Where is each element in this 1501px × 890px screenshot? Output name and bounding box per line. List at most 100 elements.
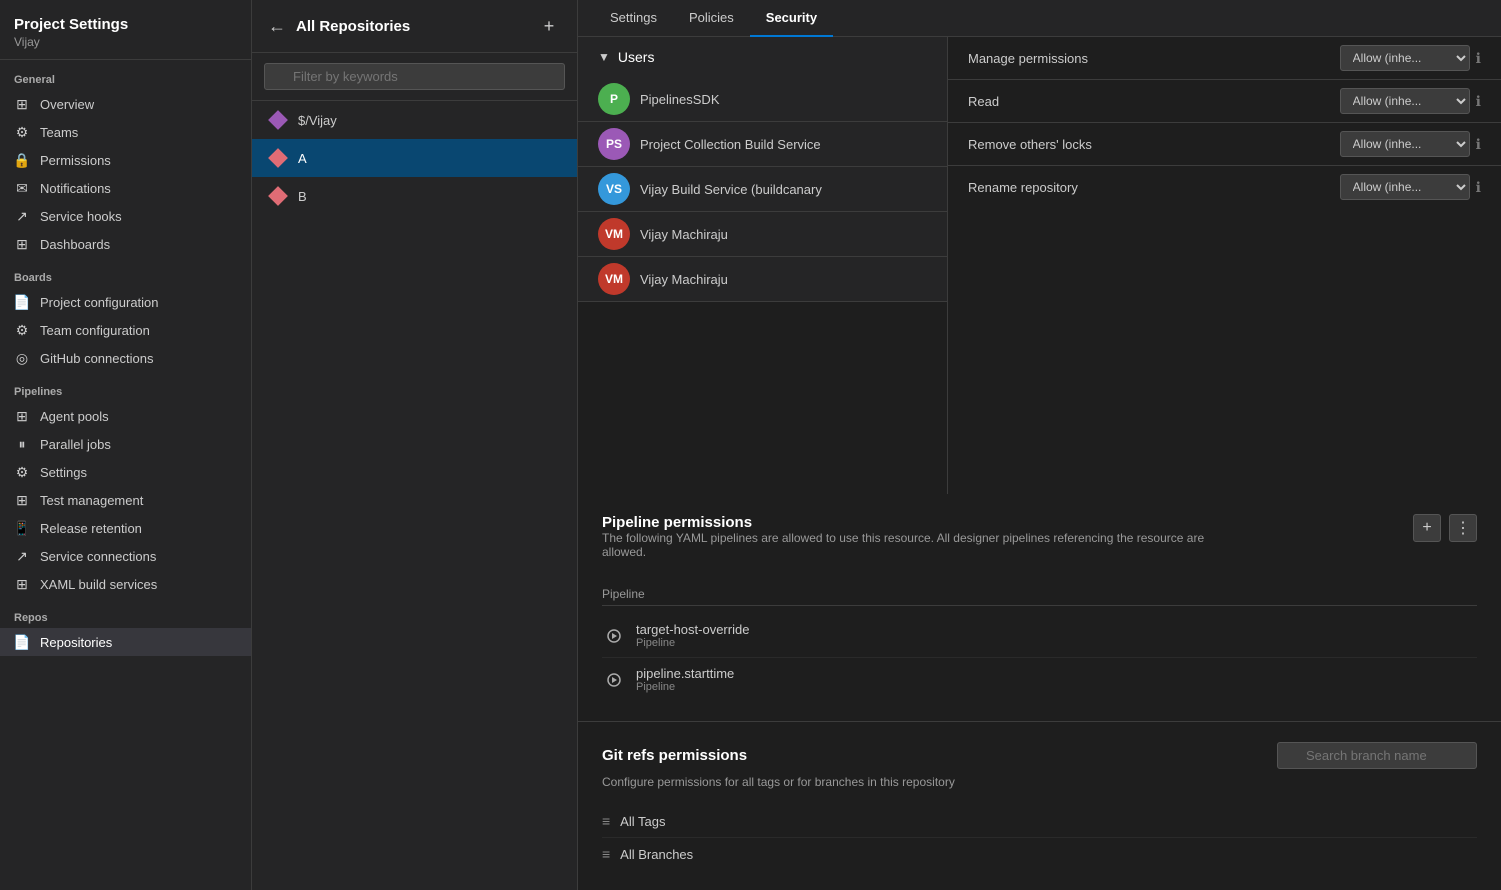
repo-item-a[interactable]: A — [252, 139, 577, 177]
content-area: ▼ Users P PipelinesSDK PS — [578, 37, 1501, 890]
sidebar-item-test-management[interactable]: ⊞ Test management — [0, 486, 251, 514]
more-options-button[interactable]: ⋮ — [1449, 514, 1477, 542]
parallel-icon: ⏸ — [14, 436, 30, 452]
avatar: VM — [598, 263, 630, 295]
tab-settings[interactable]: Settings — [594, 0, 673, 37]
tab-security[interactable]: Security — [750, 0, 833, 37]
perm-select-rename[interactable]: Allow (inhe... Deny Allow — [1340, 174, 1470, 200]
users-table: P PipelinesSDK PS Project Collection Bui… — [578, 77, 947, 301]
repo-label: A — [298, 151, 307, 166]
user-info: VM Vijay Machiraju — [598, 263, 938, 295]
connection-icon: ↗ — [14, 548, 30, 564]
test-icon: ⊞ — [14, 492, 30, 508]
pipeline-title: Pipeline permissions — [602, 514, 1222, 531]
info-icon[interactable]: ℹ — [1476, 93, 1481, 110]
perm-label: Rename repository — [968, 180, 1340, 195]
retention-icon: 📱 — [14, 520, 30, 536]
filter-bar: ⚲ — [252, 53, 577, 101]
sidebar: Project Settings Vijay General ⊞ Overvie… — [0, 0, 252, 890]
user-row-vijay-m2[interactable]: VM Vijay Machiraju — [578, 257, 947, 301]
repo-item-b[interactable]: B — [252, 177, 577, 215]
perm-item-remove-locks: Remove others' locks Allow (inhe... Deny… — [948, 123, 1501, 166]
users-section: ▼ Users P PipelinesSDK PS — [578, 37, 947, 302]
sidebar-item-label: Permissions — [40, 153, 111, 168]
filter-input[interactable] — [264, 63, 565, 90]
search-branch-input[interactable] — [1277, 742, 1477, 769]
middle-header-left: ← All Repositories — [268, 16, 410, 37]
git-ref-item-all-branches[interactable]: ≡ All Branches — [602, 838, 1477, 870]
sidebar-item-service-connections[interactable]: ↗ Service connections — [0, 542, 251, 570]
add-repo-button[interactable]: + — [537, 14, 561, 38]
user-row-vijay-build[interactable]: VS Vijay Build Service (buildcanary — [578, 167, 947, 212]
user-info: P PipelinesSDK — [598, 83, 938, 115]
sidebar-item-github[interactable]: ◎ GitHub connections — [0, 344, 251, 372]
add-pipeline-button[interactable]: + — [1413, 514, 1441, 542]
sidebar-item-notifications[interactable]: ✉ Notifications — [0, 174, 251, 202]
user-info: VM Vijay Machiraju — [598, 218, 938, 250]
info-icon[interactable]: ℹ — [1476, 136, 1481, 153]
avatar: VS — [598, 173, 630, 205]
users-header-label: Users — [618, 49, 655, 65]
git-ref-name: All Branches — [620, 847, 693, 862]
repo-icon-a — [268, 148, 288, 168]
git-ref-name: All Tags — [620, 814, 665, 829]
users-header[interactable]: ▼ Users — [578, 37, 947, 77]
permissions-panel: Manage permissions Allow (inhe... Deny A… — [948, 37, 1501, 494]
gear-icon: ⚙ — [14, 322, 30, 338]
pipeline-item-name: pipeline.starttime — [636, 666, 734, 681]
repo-item-vijay[interactable]: $/Vijay — [252, 101, 577, 139]
user-name: Vijay Build Service (buildcanary — [640, 182, 822, 197]
perm-select-remove-locks[interactable]: Allow (inhe... Deny Allow — [1340, 131, 1470, 157]
info-icon[interactable]: ℹ — [1476, 50, 1481, 67]
teams-icon: ⚙ — [14, 124, 30, 140]
filter-wrapper: ⚲ — [264, 63, 565, 90]
pipeline-item-name: target-host-override — [636, 622, 749, 637]
git-ref-item-all-tags[interactable]: ≡ All Tags — [602, 805, 1477, 838]
user-row-pipelines-sdk[interactable]: P PipelinesSDK — [578, 77, 947, 122]
back-button[interactable]: ← — [268, 16, 286, 37]
file-icon: 📄 — [14, 294, 30, 310]
sidebar-item-parallel-jobs[interactable]: ⏸ Parallel jobs — [0, 430, 251, 458]
sidebar-header: Project Settings Vijay — [0, 0, 251, 60]
section-pipelines: Pipelines — [0, 372, 251, 402]
info-icon[interactable]: ℹ — [1476, 179, 1481, 196]
sidebar-item-team-config[interactable]: ⚙ Team configuration — [0, 316, 251, 344]
hook-icon: ↗ — [14, 208, 30, 224]
sidebar-item-xaml[interactable]: ⊞ XAML build services — [0, 570, 251, 598]
user-row-vijay-m1[interactable]: VM Vijay Machiraju — [578, 212, 947, 257]
git-refs-header: Git refs permissions ⚲ — [602, 742, 1477, 769]
perm-section: Manage permissions Allow (inhe... Deny A… — [948, 37, 1501, 208]
sidebar-item-service-hooks[interactable]: ↗ Service hooks — [0, 202, 251, 230]
avatar: VM — [598, 218, 630, 250]
perm-select-wrapper: Allow (inhe... Deny Allow ℹ — [1340, 174, 1481, 200]
tab-policies[interactable]: Policies — [673, 0, 750, 37]
pipeline-item-info: pipeline.starttime Pipeline — [636, 666, 734, 693]
perm-select-manage[interactable]: Allow (inhe... Deny Allow — [1340, 45, 1470, 71]
pipeline-item-info: target-host-override Pipeline — [636, 622, 749, 649]
sidebar-item-overview[interactable]: ⊞ Overview — [0, 90, 251, 118]
avatar: PS — [598, 128, 630, 160]
section-repos: Repos — [0, 598, 251, 628]
sidebar-item-project-config[interactable]: 📄 Project configuration — [0, 288, 251, 316]
agent-icon: ⊞ — [14, 408, 30, 424]
sidebar-item-release-retention[interactable]: 📱 Release retention — [0, 514, 251, 542]
user-name: Project Collection Build Service — [640, 137, 821, 152]
repo-label: B — [298, 189, 307, 204]
sidebar-item-label: Teams — [40, 125, 78, 140]
sidebar-item-permissions[interactable]: 🔒 Permissions — [0, 146, 251, 174]
sidebar-item-teams[interactable]: ⚙ Teams — [0, 118, 251, 146]
pipeline-item-type: Pipeline — [636, 637, 749, 649]
sidebar-item-agent-pools[interactable]: ⊞ Agent pools — [0, 402, 251, 430]
sidebar-item-settings[interactable]: ⚙ Settings — [0, 458, 251, 486]
perm-select-read[interactable]: Allow (inhe... Deny Allow — [1340, 88, 1470, 114]
user-row-pcbs[interactable]: PS Project Collection Build Service — [578, 122, 947, 167]
sidebar-item-dashboards[interactable]: ⊞ Dashboards — [0, 230, 251, 258]
sidebar-item-label: Notifications — [40, 181, 111, 196]
pipeline-item-type: Pipeline — [636, 681, 734, 693]
sidebar-item-label: Dashboards — [40, 237, 110, 252]
avatar: P — [598, 83, 630, 115]
pipeline-header-left: Pipeline permissions The following YAML … — [602, 514, 1222, 575]
middle-panel: ← All Repositories + ⚲ $/Vijay A B — [252, 0, 578, 890]
sidebar-item-repositories[interactable]: 📄 Repositories — [0, 628, 251, 656]
dashboard-icon: ⊞ — [14, 236, 30, 252]
